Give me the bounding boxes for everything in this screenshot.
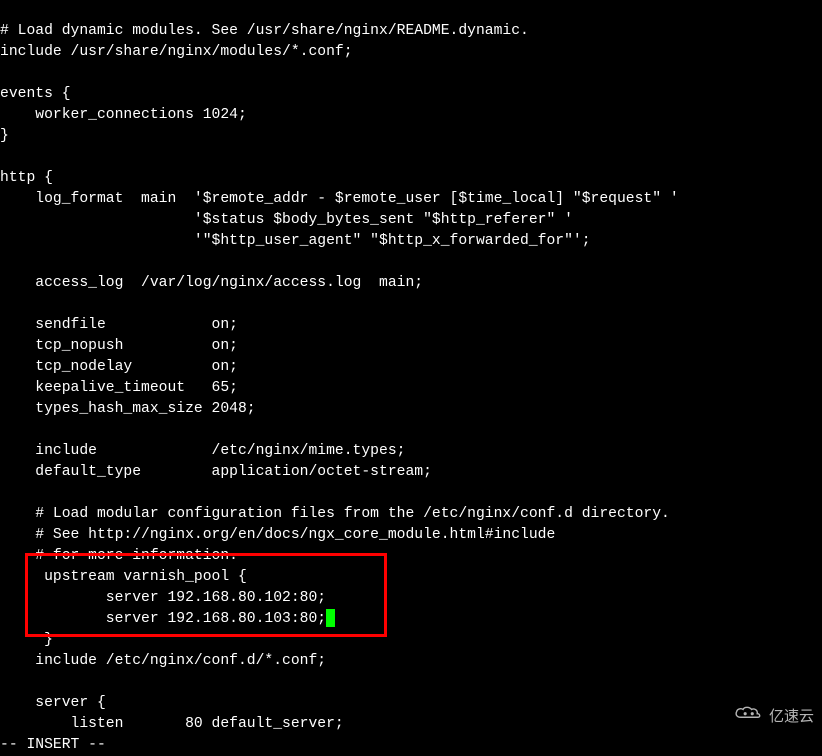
config-line: server { — [0, 695, 106, 711]
config-line: include /usr/share/nginx/modules/*.conf; — [0, 44, 353, 60]
vim-mode-indicator: -- INSERT -- — [0, 737, 106, 753]
config-line: sendfile on; — [0, 317, 238, 333]
terminal-cursor — [326, 609, 335, 627]
cloud-icon — [731, 703, 765, 729]
config-line-upstream: upstream varnish_pool { — [0, 569, 247, 585]
config-line: # See http://nginx.org/en/docs/ngx_core_… — [0, 527, 555, 543]
config-line: '$status $body_bytes_sent "$http_referer… — [0, 212, 573, 228]
config-line: # Load modular configuration files from … — [0, 506, 670, 522]
config-line: tcp_nodelay on; — [0, 359, 238, 375]
terminal-output: # Load dynamic modules. See /usr/share/n… — [0, 0, 822, 756]
config-line: log_format main '$remote_addr - $remote_… — [0, 191, 679, 207]
config-line: default_type application/octet-stream; — [0, 464, 432, 480]
config-line: tcp_nopush on; — [0, 338, 238, 354]
config-line: http { — [0, 170, 53, 186]
watermark-text: 亿速云 — [769, 706, 814, 727]
config-line-upstream: server 192.168.80.103:80; — [0, 611, 326, 627]
config-line: # for more information. — [0, 548, 238, 564]
watermark: 亿速云 — [731, 703, 814, 729]
config-line: listen 80 default_server; — [0, 716, 344, 732]
config-line: # Load dynamic modules. See /usr/share/n… — [0, 23, 529, 39]
config-line: include /etc/nginx/conf.d/*.conf; — [0, 653, 326, 669]
config-line: include /etc/nginx/mime.types; — [0, 443, 405, 459]
config-line: '"$http_user_agent" "$http_x_forwarded_f… — [0, 233, 591, 249]
config-line: keepalive_timeout 65; — [0, 380, 238, 396]
config-line: types_hash_max_size 2048; — [0, 401, 256, 417]
config-line: events { — [0, 86, 71, 102]
config-line: } — [0, 128, 9, 144]
config-line: access_log /var/log/nginx/access.log mai… — [0, 275, 423, 291]
config-line-upstream: } — [0, 632, 53, 648]
config-line-upstream: server 192.168.80.102:80; — [0, 590, 326, 606]
config-line: worker_connections 1024; — [0, 107, 247, 123]
